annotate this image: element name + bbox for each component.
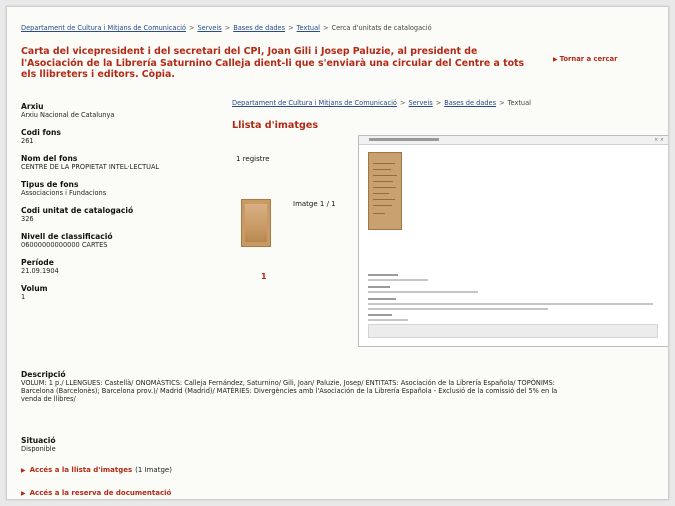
breadcrumb-link-textual[interactable]: Textual bbox=[297, 24, 320, 32]
handwriting-line bbox=[373, 163, 395, 164]
preview-text-line bbox=[368, 303, 653, 305]
access-link-label: Accés a la reserva de documentació bbox=[29, 489, 172, 497]
preview-text-line bbox=[368, 308, 548, 310]
breadcrumb-link-bases-de-dades[interactable]: Bases de dades bbox=[444, 99, 496, 107]
document-reservation-link[interactable]: ▶ Accés a la reserva de documentació bbox=[21, 489, 171, 497]
handwriting-line bbox=[373, 205, 392, 206]
field-value: 261 bbox=[21, 137, 34, 145]
field-tipus-fons: Tipus de fons Associacions i Fundacions bbox=[21, 180, 231, 197]
image-viewer-preview[interactable]: × × bbox=[358, 135, 668, 347]
field-label: Nom del fons bbox=[21, 154, 78, 163]
preview-text-line bbox=[368, 291, 478, 293]
breadcrumb-current: Textual bbox=[507, 99, 531, 107]
image-count-note: (1 Imatge) bbox=[135, 466, 172, 474]
field-value: Associacions i Fundacions bbox=[21, 189, 107, 197]
field-codi-fons: Codi fons 261 bbox=[21, 128, 231, 145]
handwriting-line bbox=[373, 181, 393, 182]
breadcrumb-separator: > bbox=[399, 99, 406, 107]
arrow-right-icon: ▶ bbox=[21, 467, 26, 474]
field-label: Codi fons bbox=[21, 128, 61, 137]
image-counter: Imatge 1 / 1 bbox=[293, 200, 336, 208]
record-fields: Arxiu Arxiu Nacional de Catalunya Codi f… bbox=[21, 102, 231, 301]
breadcrumb-separator: > bbox=[288, 24, 294, 32]
document-thumbnail[interactable] bbox=[241, 199, 271, 247]
field-value: 1 bbox=[21, 293, 26, 301]
field-volum: Volum 1 bbox=[21, 284, 231, 301]
situation-label: Situació bbox=[21, 436, 56, 445]
viewer-title-placeholder bbox=[369, 138, 439, 141]
breadcrumb-separator: > bbox=[322, 24, 329, 32]
description-section: Descripció VOLUM: 1 p./ LLENGUES: Castel… bbox=[21, 370, 566, 404]
field-label: Codi unitat de catalogació bbox=[21, 206, 134, 215]
field-codi-unitat: Codi unitat de catalogació 326 bbox=[21, 206, 231, 223]
viewer-toolbar: × × bbox=[359, 136, 668, 145]
field-nom-fons: Nom del fons CENTRE DE LA PROPIETAT INTE… bbox=[21, 154, 231, 171]
field-value: 326 bbox=[21, 215, 34, 223]
description-value: VOLUM: 1 p./ LLENGUES: Castellà/ ONOMÀST… bbox=[21, 379, 558, 404]
scanned-letter-image bbox=[368, 152, 402, 230]
breadcrumb-separator: > bbox=[499, 99, 505, 107]
access-link-label: Accés a la llista d'imatges bbox=[29, 466, 133, 474]
preview-text-line bbox=[368, 279, 428, 281]
page-frame: Departament de Cultura i Mitjans de Comu… bbox=[6, 6, 669, 500]
image-list-breadcrumb: Departament de Cultura i Mitjans de Comu… bbox=[232, 99, 531, 107]
handwriting-line bbox=[373, 187, 396, 188]
arrow-right-icon: ▶ bbox=[21, 490, 26, 497]
thumbnail-image bbox=[245, 204, 267, 242]
field-label: Tipus de fons bbox=[21, 180, 79, 189]
situation-value: Disponible bbox=[21, 445, 56, 453]
preview-text-line bbox=[368, 298, 396, 300]
field-value: CENTRE DE LA PROPIETAT INTEL·LECTUAL bbox=[21, 163, 160, 171]
breadcrumb-link-bases-de-dades[interactable]: Bases de dades bbox=[233, 24, 285, 32]
situation-section: Situació Disponible bbox=[21, 436, 56, 453]
handwriting-line bbox=[373, 175, 397, 176]
description-label: Descripció bbox=[21, 370, 66, 379]
image-list-heading: Llista d'imatges bbox=[232, 120, 319, 131]
preview-text-line bbox=[368, 286, 390, 288]
breadcrumb-current: Cerca d'unitats de catalogació bbox=[331, 24, 432, 32]
field-label: Nivell de classificació bbox=[21, 232, 113, 241]
image-list-access-link[interactable]: ▶ Accés a la llista d'imatges (1 Imatge) bbox=[21, 466, 172, 474]
page-number-link[interactable]: 1 bbox=[261, 272, 267, 281]
breadcrumb-link-departament[interactable]: Departament de Cultura i Mitjans de Comu… bbox=[21, 24, 186, 32]
handwriting-line bbox=[373, 213, 385, 214]
preview-text-line bbox=[368, 319, 408, 321]
arrow-right-icon: ▶ bbox=[553, 56, 558, 63]
handwriting-line bbox=[373, 193, 389, 194]
page-title: Carta del vicepresident i del secretari … bbox=[21, 46, 525, 80]
field-label: Arxiu bbox=[21, 102, 44, 111]
records-count: 1 registre bbox=[236, 155, 270, 163]
field-label: Volum bbox=[21, 284, 48, 293]
preview-text-line bbox=[368, 274, 398, 276]
breadcrumb-link-serveis[interactable]: Serveis bbox=[409, 99, 433, 107]
preview-text-line bbox=[368, 314, 392, 316]
field-nivell-classificacio: Nivell de classificació 06000000000000 C… bbox=[21, 232, 231, 249]
field-arxiu: Arxiu Arxiu Nacional de Catalunya bbox=[21, 102, 231, 119]
breadcrumb-link-serveis[interactable]: Serveis bbox=[198, 24, 222, 32]
preview-footer-bar bbox=[368, 324, 658, 338]
breadcrumb-separator: > bbox=[224, 24, 231, 32]
back-to-search-label: Tornar a cercar bbox=[559, 55, 618, 63]
field-value: 21.09.1904 bbox=[21, 267, 59, 275]
handwriting-line bbox=[373, 169, 391, 170]
breadcrumb-separator: > bbox=[188, 24, 195, 32]
breadcrumb-separator: > bbox=[435, 99, 442, 107]
handwriting-line bbox=[373, 199, 395, 200]
breadcrumb: Departament de Cultura i Mitjans de Comu… bbox=[21, 24, 432, 32]
viewer-close-icon: × × bbox=[654, 137, 664, 143]
field-label: Període bbox=[21, 258, 54, 267]
breadcrumb-link-departament[interactable]: Departament de Cultura i Mitjans de Comu… bbox=[232, 99, 397, 107]
field-value: 06000000000000 CARTES bbox=[21, 241, 108, 249]
back-to-search-link[interactable]: ▶ Tornar a cercar bbox=[553, 55, 617, 63]
field-periode: Període 21.09.1904 bbox=[21, 258, 231, 275]
field-value: Arxiu Nacional de Catalunya bbox=[21, 111, 115, 119]
